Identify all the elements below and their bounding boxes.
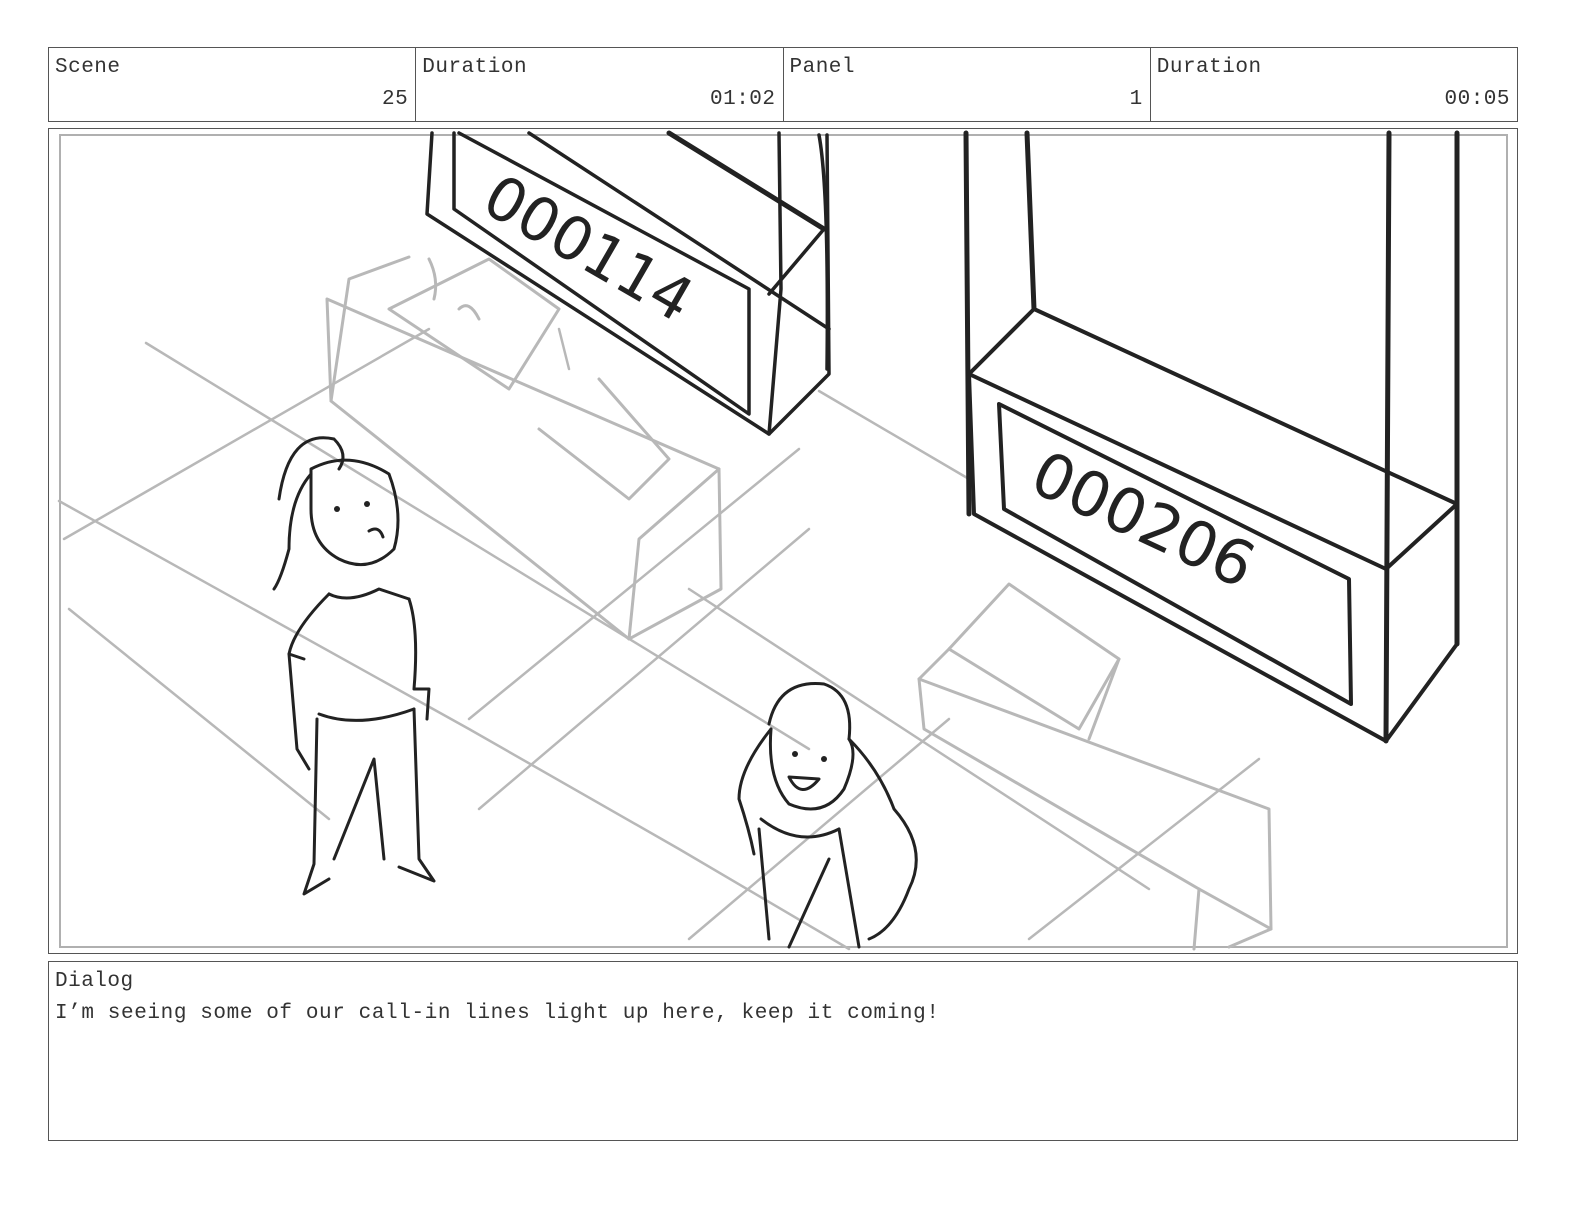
storyboard-panel: 000114 000206	[48, 128, 1518, 954]
panel-duration-cell: Duration 00:05	[1151, 48, 1517, 121]
scene-duration-label: Duration	[422, 56, 528, 79]
panel-cell: Panel 1	[784, 48, 1151, 121]
scene-label: Scene	[55, 56, 121, 79]
dialog-label: Dialog	[55, 970, 134, 993]
panel-number: 1	[1129, 88, 1143, 111]
panel-sketch: 000114 000206	[57, 130, 1508, 951]
storyboard-header: Scene 25 Duration 01:02 Panel 1 Duration…	[48, 47, 1518, 122]
panel-duration-label: Duration	[1156, 56, 1262, 79]
safe-frame	[59, 134, 1508, 948]
panel-duration-value: 00:05	[1444, 88, 1510, 111]
scene-number: 25	[382, 88, 409, 111]
scene-duration-value: 01:02	[709, 88, 776, 111]
left-counter-board: 000114	[425, 130, 831, 436]
panel-label: Panel	[789, 56, 856, 79]
right-counter-digits: 000206	[1021, 436, 1266, 602]
floor-grid	[57, 327, 1261, 951]
scene-duration-cell: Duration 01:02	[416, 48, 784, 121]
scene-cell: Scene 25	[49, 48, 417, 121]
left-counter-digits: 000114	[472, 161, 705, 336]
dialog-box: Dialog I’m seeing some of our call-in li…	[48, 961, 1518, 1141]
right-desk-sketch	[917, 582, 1273, 951]
right-counter-board: 000206	[963, 130, 1460, 744]
dialog-text: I’m seeing some of our call-in lines lig…	[55, 1002, 940, 1025]
